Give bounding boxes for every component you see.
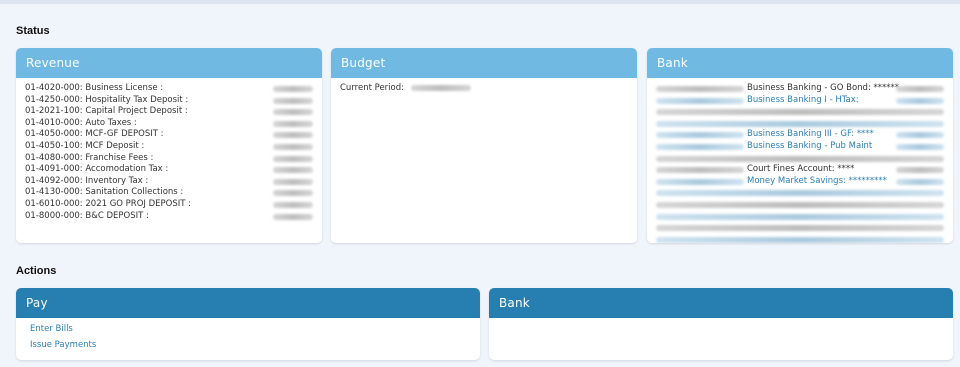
redacted-amount [896,167,944,174]
redacted-amount [273,178,313,185]
bank-account-row[interactable]: Money Market Savings: ********* [656,176,944,188]
redacted-row [656,190,944,197]
redacted-value [656,97,744,104]
bank-account-row[interactable]: Business Banking I - HTax: [656,95,944,107]
revenue-row: 01-4020-000: Business License : [25,83,313,95]
bank-status-card: Bank Business Banking - GO Bond: ****** B… [647,48,953,243]
revenue-account-label: 01-4092-000: Inventory Tax : [25,175,149,186]
revenue-account-label: 01-4130-000: Sanitation Collections : [25,187,184,198]
redacted-amount [273,120,313,127]
bank-account-row[interactable]: Business Banking III - GF: **** [656,129,944,141]
revenue-account-label: 01-8000-000: B&C DEPOSIT : [25,210,149,221]
redacted-amount [273,213,313,220]
bank-status-card-title: Bank [647,48,953,78]
redacted-row [656,120,944,127]
bank-account-row [656,222,944,234]
redacted-value [656,132,744,139]
redacted-amount [896,97,944,104]
revenue-row: 01-6010-000: 2021 GO PROJ DEPOSIT : [25,199,313,211]
revenue-row: 01-8000-000: B&C DEPOSIT : [25,211,313,223]
revenue-card-title: Revenue [16,48,322,78]
bank-account-row: Business Banking - GO Bond: ****** [656,83,944,95]
enter-bills-link[interactable]: Enter Bills [16,321,480,337]
revenue-list: 01-4020-000: Business License :01-4250-0… [16,78,322,227]
bank-account-row [656,211,944,223]
issue-payments-link[interactable]: Issue Payments [16,337,480,353]
revenue-account-label: 01-6010-000: 2021 GO PROJ DEPOSIT : [25,198,192,209]
revenue-row: 01-4050-100: MCF Deposit : [25,141,313,153]
redacted-row [656,236,944,243]
revenue-row: 01-4250-000: Hospitality Tax Deposit : [25,95,313,107]
redacted-amount [896,132,944,139]
redacted-row [656,109,944,116]
redacted-row [656,225,944,232]
budget-body: Current Period: [331,78,637,100]
revenue-row: 01-4010-000: Auto Taxes : [25,118,313,130]
redacted-amount [896,86,944,92]
revenue-card: Revenue 01-4020-000: Business License :0… [16,48,322,243]
revenue-row: 01-4080-000: Franchise Fees : [25,153,313,165]
bank-account-link[interactable]: Money Market Savings: ********* [747,176,887,188]
redacted-row [656,155,944,162]
bank-accounts-list: Business Banking - GO Bond: ****** Busine… [647,78,953,243]
bank-account-row [656,106,944,118]
redacted-row [656,213,944,220]
bank-account-row [656,234,944,243]
bank-account-label: Court Fines Account: **** [747,164,855,175]
redacted-value [410,84,471,91]
bank-account-row [656,187,944,199]
redacted-amount [273,190,313,197]
bank-account-row[interactable]: Business Banking - Pub Maint [656,141,944,153]
current-period-row: Current Period: [340,83,628,95]
revenue-row: 01-4050-000: MCF-GF DEPOSIT : [25,129,313,141]
status-section-title: Status [16,25,50,37]
bank-account-label: Business Banking - GO Bond: ****** [747,83,900,93]
revenue-row: 01-2021-100: Capital Project Deposit : [25,106,313,118]
actions-section-title: Actions [16,265,57,277]
bank-actions-card: Bank [489,288,953,360]
revenue-account-label: 01-4050-000: MCF-GF DEPOSIT : [25,129,164,140]
revenue-account-label: 01-2021-100: Capital Project Deposit : [25,106,188,117]
bank-account-row [656,199,944,211]
bank-account-link[interactable]: Business Banking I - HTax: [747,95,859,107]
bank-actions-card-title: Bank [489,288,953,318]
revenue-account-label: 01-4091-000: Accomodation Tax : [25,164,169,175]
redacted-value [656,86,744,92]
redacted-amount [273,201,313,208]
redacted-amount [273,167,313,174]
redacted-amount [273,86,313,92]
budget-card-title: Budget [331,48,637,78]
redacted-amount [273,109,313,116]
revenue-account-label: 01-4250-000: Hospitality Tax Deposit : [25,94,189,105]
bank-account-row: Court Fines Account: **** [656,164,944,176]
revenue-row: 01-4092-000: Inventory Tax : [25,176,313,188]
budget-card: Budget Current Period: [331,48,637,243]
redacted-value [656,178,744,185]
redacted-row [656,201,944,208]
revenue-account-label: 01-4080-000: Franchise Fees : [25,152,154,163]
top-border [0,0,960,4]
revenue-row: 01-4130-000: Sanitation Collections : [25,187,313,199]
bank-account-row [656,153,944,165]
current-period-label: Current Period: [340,83,404,93]
redacted-value [656,167,744,174]
pay-card-title: Pay [16,288,480,318]
redacted-value [656,143,744,150]
bank-account-link[interactable]: Business Banking III - GF: **** [747,129,874,141]
revenue-row: 01-4091-000: Accomodation Tax : [25,164,313,176]
revenue-account-label: 01-4020-000: Business License : [25,83,164,93]
revenue-account-label: 01-4050-100: MCF Deposit : [25,140,145,151]
bank-account-link[interactable]: Business Banking - Pub Maint [747,141,872,153]
redacted-amount [896,178,944,185]
redacted-amount [273,132,313,139]
redacted-amount [273,97,313,104]
bank-account-row [656,118,944,130]
revenue-account-label: 01-4010-000: Auto Taxes : [25,117,137,128]
redacted-amount [273,155,313,162]
redacted-amount [273,143,313,150]
redacted-amount [896,143,944,150]
pay-card: Pay Enter Bills Issue Payments [16,288,480,360]
